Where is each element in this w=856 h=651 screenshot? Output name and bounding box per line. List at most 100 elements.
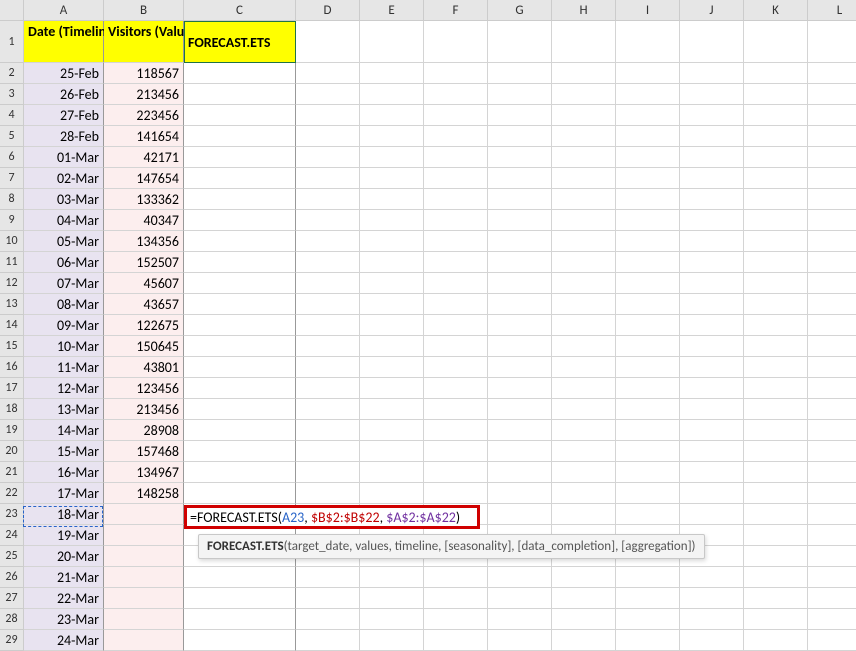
cell-D27[interactable] [296,588,360,609]
cell-K23[interactable] [744,504,808,525]
cell-K21[interactable] [744,462,808,483]
cell-F18[interactable] [424,399,488,420]
cell-K22[interactable] [744,483,808,504]
cell-D17[interactable] [296,378,360,399]
cell-F5[interactable] [424,126,488,147]
cell-B1[interactable]: Visitors (Values) [104,21,184,63]
cell-L18[interactable] [808,399,856,420]
column-header-j[interactable]: J [680,0,744,21]
column-header-i[interactable]: I [616,0,680,21]
cell-A11[interactable]: 06-Mar [24,252,104,273]
cell-B24[interactable] [104,525,184,546]
cell-E11[interactable] [360,252,424,273]
cell-G1[interactable] [488,21,552,63]
cell-B17[interactable]: 123456 [104,378,184,399]
cell-B22[interactable]: 148258 [104,483,184,504]
cell-J11[interactable] [680,252,744,273]
row-header[interactable]: 20 [0,441,24,462]
cell-K1[interactable] [744,21,808,63]
cell-H29[interactable] [552,630,616,651]
cell-L6[interactable] [808,147,856,168]
cell-I3[interactable] [616,84,680,105]
cell-L27[interactable] [808,588,856,609]
cell-J5[interactable] [680,126,744,147]
cell-A8[interactable]: 03-Mar [24,189,104,210]
row-header[interactable]: 4 [0,105,24,126]
cell-A22[interactable]: 17-Mar [24,483,104,504]
column-header-c[interactable]: C [184,0,296,21]
row-header[interactable]: 9 [0,210,24,231]
cell-G23[interactable] [488,504,552,525]
cell-D29[interactable] [296,630,360,651]
cell-H26[interactable] [552,567,616,588]
row-header[interactable]: 21 [0,462,24,483]
cell-E10[interactable] [360,231,424,252]
cell-H23[interactable] [552,504,616,525]
cell-C16[interactable] [184,357,296,378]
cell-F2[interactable] [424,63,488,84]
cell-F13[interactable] [424,294,488,315]
cell-B21[interactable]: 134967 [104,462,184,483]
cell-F21[interactable] [424,462,488,483]
cell-K2[interactable] [744,63,808,84]
cell-L15[interactable] [808,336,856,357]
cell-D26[interactable] [296,567,360,588]
cell-H3[interactable] [552,84,616,105]
cell-D22[interactable] [296,483,360,504]
cell-K18[interactable] [744,399,808,420]
cell-H18[interactable] [552,399,616,420]
cell-H22[interactable] [552,483,616,504]
row-header[interactable]: 26 [0,567,24,588]
cell-C7[interactable] [184,168,296,189]
cell-F22[interactable] [424,483,488,504]
cell-G12[interactable] [488,273,552,294]
cell-K26[interactable] [744,567,808,588]
cell-K12[interactable] [744,273,808,294]
cell-F11[interactable] [424,252,488,273]
cell-I5[interactable] [616,126,680,147]
row-header[interactable]: 29 [0,630,24,651]
cell-A6[interactable]: 01-Mar [24,147,104,168]
cell-I16[interactable] [616,357,680,378]
cell-G19[interactable] [488,420,552,441]
cell-E18[interactable] [360,399,424,420]
cell-G10[interactable] [488,231,552,252]
cell-C21[interactable] [184,462,296,483]
cell-K17[interactable] [744,378,808,399]
cell-J15[interactable] [680,336,744,357]
cell-I15[interactable] [616,336,680,357]
cell-L5[interactable] [808,126,856,147]
cell-D2[interactable] [296,63,360,84]
cell-I13[interactable] [616,294,680,315]
cell-B11[interactable]: 152507 [104,252,184,273]
cell-L29[interactable] [808,630,856,651]
cell-E5[interactable] [360,126,424,147]
cell-L7[interactable] [808,168,856,189]
cell-K6[interactable] [744,147,808,168]
cell-I18[interactable] [616,399,680,420]
cell-J14[interactable] [680,315,744,336]
cell-A27[interactable]: 22-Mar [24,588,104,609]
cell-E13[interactable] [360,294,424,315]
column-header-e[interactable]: E [360,0,424,21]
cell-H19[interactable] [552,420,616,441]
cell-B10[interactable]: 134356 [104,231,184,252]
cell-C19[interactable] [184,420,296,441]
cell-E12[interactable] [360,273,424,294]
cell-H13[interactable] [552,294,616,315]
cell-E15[interactable] [360,336,424,357]
cell-I10[interactable] [616,231,680,252]
cell-J19[interactable] [680,420,744,441]
cell-F27[interactable] [424,588,488,609]
cell-C28[interactable] [184,609,296,630]
row-header[interactable]: 27 [0,588,24,609]
cell-J26[interactable] [680,567,744,588]
cell-L10[interactable] [808,231,856,252]
cell-A15[interactable]: 10-Mar [24,336,104,357]
cell-J8[interactable] [680,189,744,210]
cell-L12[interactable] [808,273,856,294]
cell-A21[interactable]: 16-Mar [24,462,104,483]
cell-D4[interactable] [296,105,360,126]
row-header[interactable]: 14 [0,315,24,336]
cell-L19[interactable] [808,420,856,441]
